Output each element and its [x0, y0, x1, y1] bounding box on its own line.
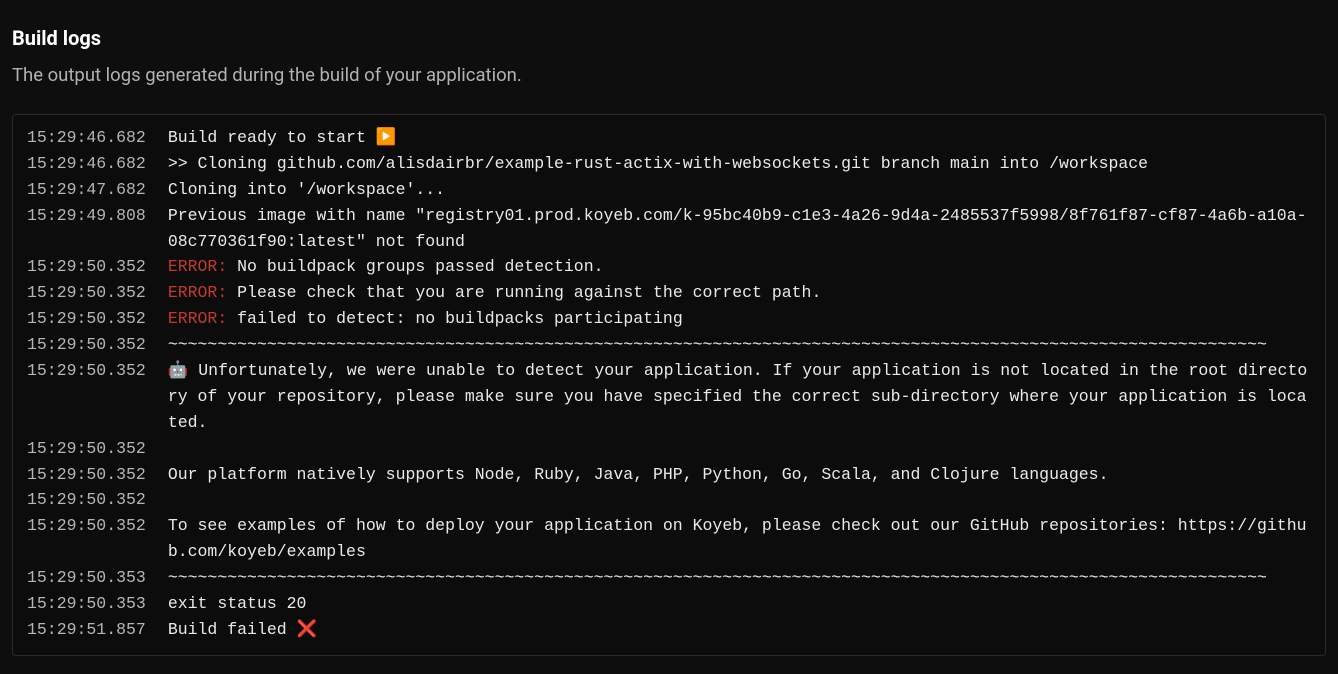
log-row: 15:29:50.353 ~~~~~~~~~~~~~~~~~~~~~~~~~~~~… [27, 565, 1311, 591]
log-timestamp: 15:29:50.352 [27, 487, 146, 513]
log-timestamp: 15:29:50.352 [27, 462, 146, 488]
log-timestamp: 15:29:50.352 [27, 306, 146, 332]
log-message: ~~~~~~~~~~~~~~~~~~~~~~~~~~~~~~~~~~~~~~~~… [168, 332, 1311, 358]
log-message: Cloning into '/workspace'... [168, 177, 1311, 203]
log-text: Build failed [168, 620, 297, 639]
log-text: Please check that you are running agains… [227, 283, 821, 302]
log-timestamp: 15:29:50.352 [27, 436, 146, 462]
log-message: 🤖 Unfortunately, we were unable to detec… [168, 358, 1311, 436]
log-timestamp: 15:29:50.352 [27, 280, 146, 306]
log-timestamp: 15:29:49.808 [27, 203, 146, 255]
error-prefix: ERROR: [168, 309, 227, 328]
log-timestamp: 15:29:50.352 [27, 358, 146, 436]
log-message: exit status 20 [168, 591, 1311, 617]
log-timestamp: 15:29:51.857 [27, 617, 146, 643]
log-message: >> Cloning github.com/alisdairbr/example… [168, 151, 1311, 177]
log-message: ~~~~~~~~~~~~~~~~~~~~~~~~~~~~~~~~~~~~~~~~… [168, 565, 1311, 591]
log-text: failed to detect: no buildpacks particip… [227, 309, 682, 328]
cross-icon: ❌ [297, 620, 318, 639]
log-message: Build ready to start ▶️ [168, 125, 1311, 151]
log-message: Build failed ❌ [168, 617, 1311, 643]
log-row: 15:29:50.352 ERROR: failed to detect: no … [27, 306, 1311, 332]
log-row: 15:29:50.353 exit status 20 [27, 591, 1311, 617]
log-message: Previous image with name "registry01.pro… [168, 203, 1311, 255]
log-row: 15:29:50.352 ~~~~~~~~~~~~~~~~~~~~~~~~~~~~… [27, 332, 1311, 358]
log-timestamp: 15:29:50.352 [27, 254, 146, 280]
log-message [168, 487, 1311, 513]
page-title: Build logs [12, 26, 1326, 50]
log-row: 15:29:49.808 Previous image with name "re… [27, 203, 1311, 255]
log-message [168, 436, 1311, 462]
log-row: 15:29:51.857 Build failed ❌ [27, 617, 1311, 643]
log-timestamp: 15:29:50.352 [27, 513, 146, 565]
log-row: 15:29:50.352 To see examples of how to de… [27, 513, 1311, 565]
log-timestamp: 15:29:50.352 [27, 332, 146, 358]
build-log-panel[interactable]: 15:29:46.682Build ready to start ▶️15:29… [12, 114, 1326, 656]
log-timestamp: 15:29:46.682 [27, 125, 146, 151]
log-timestamp: 15:29:50.353 [27, 565, 146, 591]
log-row: 15:29:50.352 ERROR: Please check that you… [27, 280, 1311, 306]
log-timestamp: 15:29:46.682 [27, 151, 146, 177]
log-message: Our platform natively supports Node, Rub… [168, 462, 1311, 488]
log-row: 15:29:50.352 [27, 487, 1311, 513]
log-row: 15:29:50.352 🤖 Unfortunately, we were una… [27, 358, 1311, 436]
log-message: ERROR: No buildpack groups passed detect… [168, 254, 1311, 280]
log-timestamp: 15:29:50.353 [27, 591, 146, 617]
log-row: 15:29:50.352 ERROR: No buildpack groups p… [27, 254, 1311, 280]
page-subtitle: The output logs generated during the bui… [12, 64, 1326, 86]
log-row: 15:29:50.352 Our platform natively suppor… [27, 462, 1311, 488]
log-row: 15:29:47.682 Cloning into '/workspace'... [27, 177, 1311, 203]
log-message: ERROR: Please check that you are running… [168, 280, 1311, 306]
log-message: To see examples of how to deploy your ap… [168, 513, 1311, 565]
error-prefix: ERROR: [168, 283, 227, 302]
error-prefix: ERROR: [168, 257, 227, 276]
log-message: ERROR: failed to detect: no buildpacks p… [168, 306, 1311, 332]
log-row: 15:29:46.682 >> Cloning github.com/alisda… [27, 151, 1311, 177]
log-timestamp: 15:29:47.682 [27, 177, 146, 203]
log-row: 15:29:46.682 Build ready to start ▶️ [27, 125, 1311, 151]
log-row: 15:29:50.352 [27, 436, 1311, 462]
log-text: No buildpack groups passed detection. [227, 257, 603, 276]
